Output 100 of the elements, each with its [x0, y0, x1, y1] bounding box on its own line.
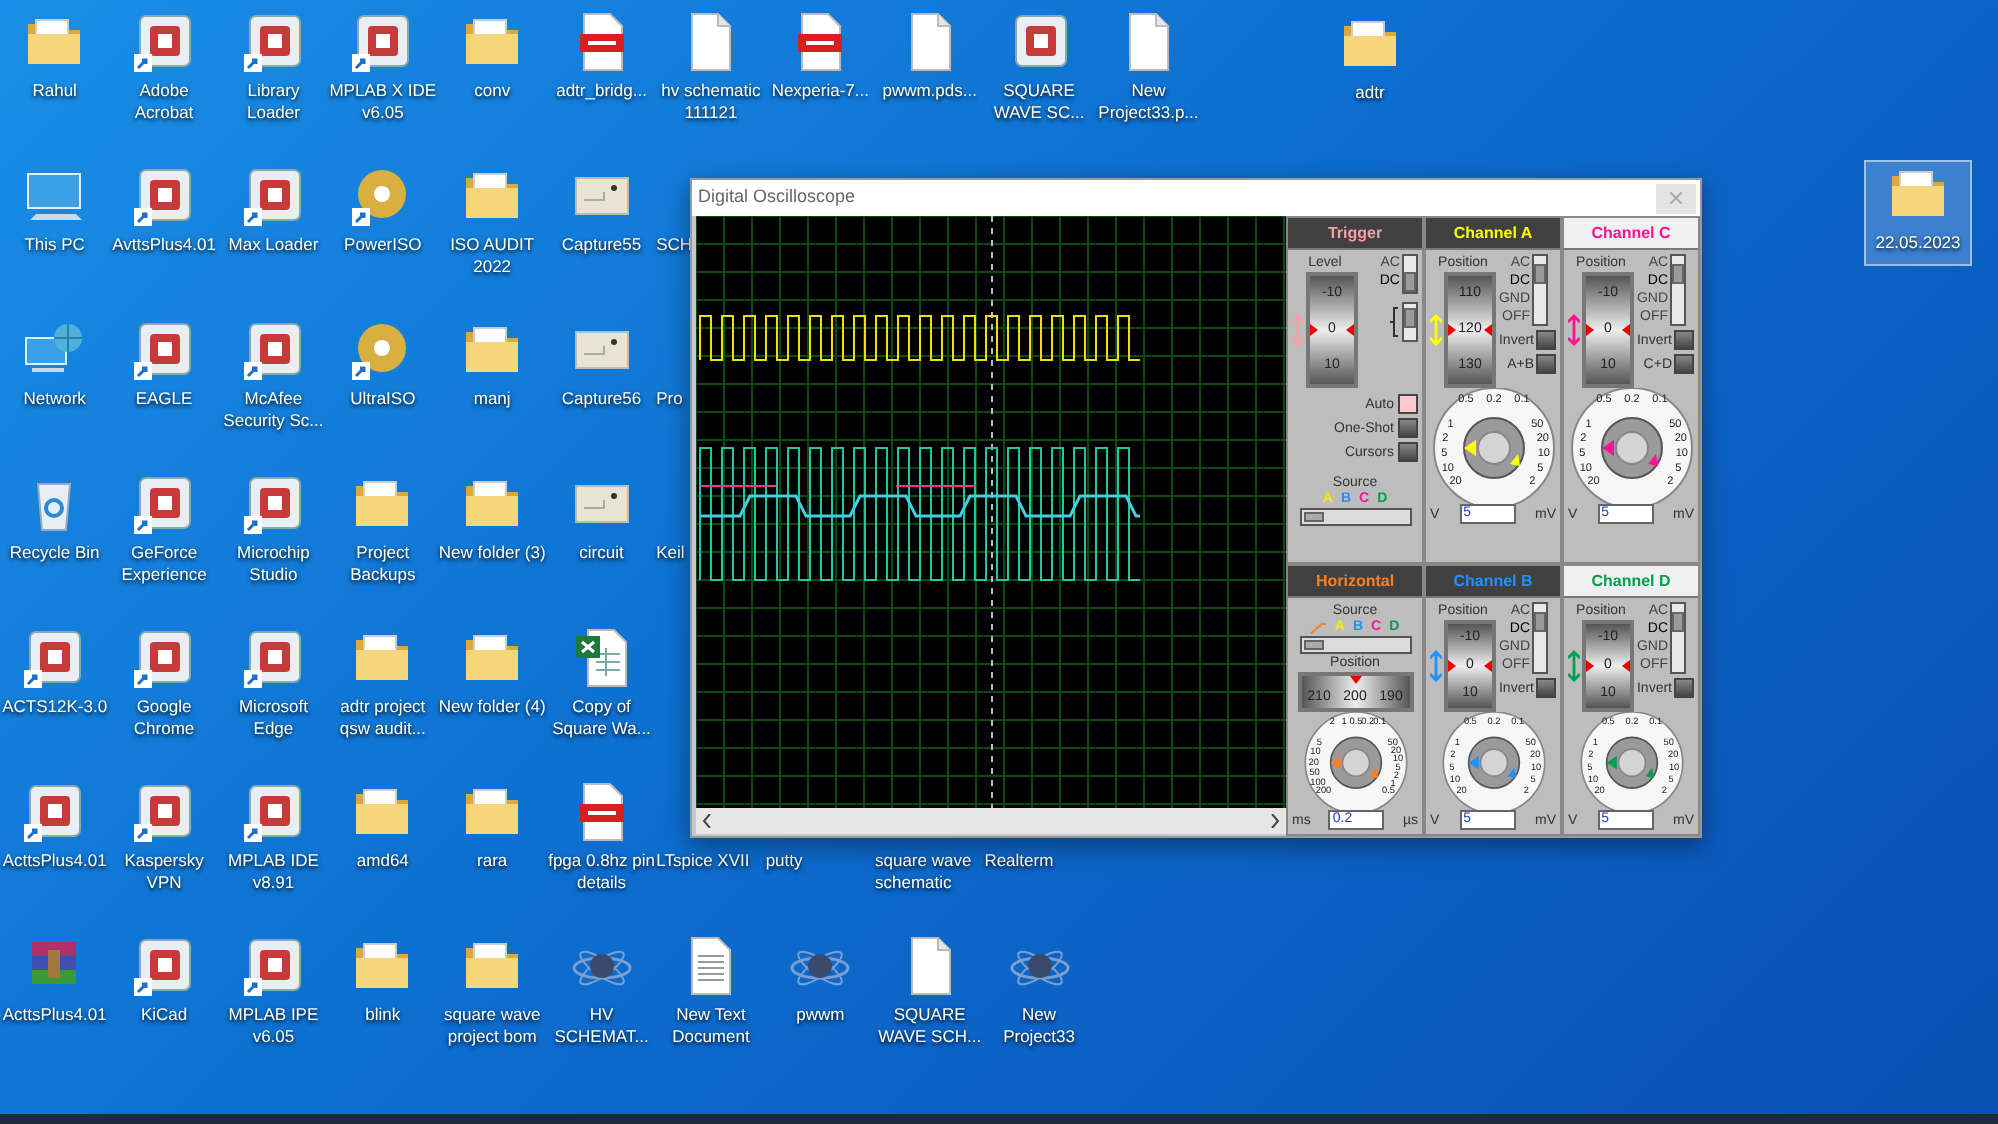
switch-thumb[interactable] [1672, 612, 1685, 632]
icon-label: KiCad [140, 1004, 188, 1026]
icon-label: Nexperia-7... [771, 80, 869, 102]
icon-label: conv [474, 80, 511, 102]
toggle-button[interactable] [1398, 442, 1418, 462]
icon-label: Rahul [32, 80, 77, 102]
panel-title: Channel C [1591, 221, 1671, 245]
switch-thumb[interactable] [1534, 264, 1547, 284]
icon-label: EAGLE [135, 388, 193, 410]
icon-label: Microchip Studio [235, 542, 312, 586]
icon-label: fpga 0.8hz pin details [546, 850, 657, 894]
panel-title: Trigger [1327, 221, 1383, 245]
source-slider[interactable] [1299, 508, 1411, 526]
icon-label: ActtsPlus4.01 [2, 850, 107, 872]
icon-label: ISO AUDIT 2022 [448, 234, 537, 278]
icon-label: ActtsPlus4.01 [2, 1004, 107, 1026]
icon-label: putty [765, 850, 803, 872]
toggle-button[interactable] [1674, 678, 1694, 698]
icon-label: New Project33.p... [1096, 80, 1201, 124]
toggle-button[interactable] [1398, 418, 1418, 438]
icon-label: Capture55 [561, 234, 642, 256]
slider-thumb[interactable] [1303, 640, 1323, 650]
rotary-knob[interactable] [1466, 736, 1520, 789]
icon-label: manj [473, 388, 511, 410]
desktop-icon-tile[interactable]: 22.05.2023 [1864, 160, 1972, 266]
icon-label: SQUARE WAVE SC... [991, 80, 1087, 124]
icon-label: PowerISO [344, 234, 422, 256]
icon-label: Capture56 [561, 388, 642, 410]
marker-icon [1622, 660, 1630, 672]
icon-label: Keil [656, 542, 685, 564]
switch-thumb[interactable] [1672, 264, 1685, 284]
double-arrow-icon [1568, 650, 1580, 682]
marker-icon [1310, 324, 1318, 336]
mode-switch[interactable] [1402, 302, 1418, 342]
mode-switch[interactable] [1670, 254, 1687, 326]
marker-icon [1448, 324, 1456, 336]
desktop-icon-tile[interactable]: adtr [1316, 10, 1424, 116]
icon-label: Google Chrome [131, 696, 197, 740]
double-arrow-icon [1292, 314, 1304, 346]
icon-label: adtr_bridg... [556, 80, 647, 102]
edge-icon [1388, 306, 1400, 338]
icon-label: SCH [656, 234, 693, 256]
icon-label: SQUARE WAVE SCH... [876, 1004, 984, 1048]
icon-label: Microsoft Edge [236, 696, 310, 740]
icon-label: LTspice XVII [656, 850, 750, 872]
toggle-button[interactable] [1536, 678, 1556, 698]
icon-label: square wave project bom [441, 1004, 543, 1048]
marker-icon [1484, 660, 1492, 672]
marker-icon [1346, 324, 1354, 336]
icon-label: adtr [1355, 82, 1385, 104]
icon-label: McAfee Security Sc... [221, 388, 326, 432]
icon-label: Network [23, 388, 86, 410]
icon-label: Realterm [984, 850, 1054, 872]
icon-label: Max Loader [228, 234, 319, 256]
icon-label: HV SCHEMAT... [552, 1004, 651, 1048]
panel-title: Channel B [1453, 569, 1533, 593]
double-arrow-icon [1430, 650, 1442, 682]
icon-label: hv schematic 111121 [659, 80, 763, 124]
rotary-knob[interactable] [1604, 736, 1658, 789]
mode-switch[interactable] [1532, 602, 1549, 674]
icon-label: MPLAB IPE v6.05 [226, 1004, 321, 1048]
icon-label: Recycle Bin [9, 542, 100, 564]
icon-label: blink [365, 1004, 401, 1026]
icon-label: adtr project qsw audit... [337, 696, 428, 740]
icon-label: New Project33 [1001, 1004, 1077, 1048]
double-arrow-icon [1430, 314, 1442, 346]
rotary-knob[interactable] [1600, 417, 1662, 479]
icon-label: This PC [24, 234, 85, 256]
icon-label: Project Backups [348, 542, 418, 586]
marker-icon [1448, 660, 1456, 672]
mode-switch[interactable] [1402, 254, 1418, 294]
icon-label: New folder (4) [438, 696, 546, 718]
slider-thumb[interactable] [1303, 512, 1323, 522]
horizontal-scrollbar[interactable] [696, 808, 1286, 834]
marker-icon [1484, 324, 1492, 336]
toggle-button[interactable] [1398, 394, 1418, 414]
icon-label: square wave schematic [875, 850, 974, 894]
rotary-knob[interactable] [1328, 736, 1382, 789]
icon-label: New folder (3) [438, 542, 546, 564]
source-slider[interactable] [1299, 636, 1411, 654]
panel-title: Channel D [1591, 569, 1671, 593]
icon-label: AvttsPlus4.01 [112, 234, 216, 256]
mode-switch[interactable] [1532, 254, 1549, 326]
icon-label: Kaspersky VPN [122, 850, 206, 894]
rotary-knob[interactable] [1462, 417, 1524, 479]
icon-label: Copy of Square Wa... [550, 696, 653, 740]
switch-thumb[interactable] [1404, 272, 1416, 292]
close-icon [1670, 192, 1682, 204]
icon-label: Pro [656, 388, 683, 410]
icon-label: UltraISO [350, 388, 416, 410]
double-arrow-icon [1568, 314, 1580, 346]
icon-label: MPLAB IDE v8.91 [226, 850, 321, 894]
switch-thumb[interactable] [1534, 612, 1547, 632]
window-title: Digital Oscilloscope [698, 184, 856, 211]
icon-label: MPLAB X IDE v6.05 [328, 80, 438, 124]
marker-icon [1586, 324, 1594, 336]
switch-thumb[interactable] [1404, 308, 1416, 328]
icon-label: pwwm.pds... [882, 80, 977, 102]
icon-label: rara [477, 850, 508, 872]
mode-switch[interactable] [1670, 602, 1687, 674]
